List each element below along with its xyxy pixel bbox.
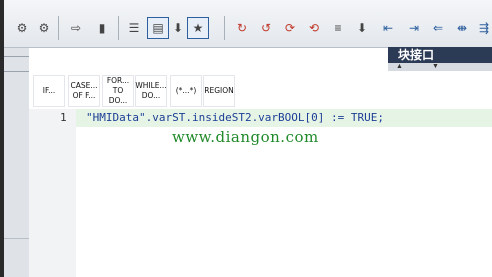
list-icon[interactable]: ☰ (124, 18, 144, 38)
download-icon[interactable]: ⬇ (352, 18, 372, 38)
insert-network-icon[interactable]: ⚙ (12, 18, 32, 38)
instruction-button[interactable]: REGION (203, 75, 235, 107)
interface-splitter[interactable]: ▲ ▼ (388, 63, 492, 71)
code-line-text[interactable]: "HMIData".varST.insideST2.varBOOL[0] := … (86, 111, 384, 124)
indent-left-icon[interactable]: ⇤ (378, 18, 398, 38)
splitter-down-icon[interactable]: ▼ (432, 63, 439, 71)
instruction-button[interactable]: WHILE... DO... (135, 75, 167, 107)
watermark-text: www.diangon.com (172, 128, 319, 146)
instruction-button[interactable]: CASE... OF F... (68, 75, 100, 107)
bookmark-clear-icon[interactable]: ↺ (256, 18, 276, 38)
editor-toolbar: ⚙ ⚙ ⇨ ▮ ☰ ▤ ⬇ ★ ↻ ↺ ⟳ ⟲ ≡ ⬇ ⇤ ⇥ ⇐ ⇼ ⇶ (4, 0, 492, 48)
bookmark-next-icon[interactable]: ⟳ (280, 18, 300, 38)
favorites-icon[interactable]: ★ (187, 17, 209, 39)
align-icon[interactable]: ⇼ (452, 18, 472, 38)
instruction-line1: FOR... (106, 76, 130, 85)
instruction-button[interactable]: (*...*) (170, 75, 202, 107)
instruction-favorites-bar: IF... CASE... OF F... FOR... TO DO... WHILE..… (29, 71, 492, 110)
outdent-icon[interactable]: ⇐ (428, 18, 448, 38)
instruction-line2: OF F... (72, 91, 96, 100)
instruction-line1: (*...*) (175, 86, 197, 95)
goto-call-icon[interactable]: ⇨ (66, 18, 86, 38)
comment-icon[interactable]: ≡ (328, 18, 348, 38)
line-number-gutter (29, 109, 76, 277)
instruction-line2: TO DO... (108, 86, 128, 105)
save-icon[interactable]: ⬇ (168, 18, 188, 38)
delete-network-icon[interactable]: ⚙ (34, 18, 54, 38)
toolbar-separator (224, 16, 225, 40)
line-number: 1 (60, 111, 67, 124)
block-interface-label: 块接口 (398, 48, 435, 62)
toolbar-separator (118, 16, 119, 40)
monitor-icon[interactable]: ▮ (92, 18, 112, 38)
instruction-line1: REGION (204, 86, 234, 95)
instruction-line1: CASE... (70, 81, 98, 90)
absolute-operands-icon[interactable]: ▤ (147, 17, 169, 39)
instruction-line1: IF... (42, 86, 56, 95)
instruction-button[interactable]: IF... (33, 75, 65, 107)
indent-right-icon[interactable]: ⇥ (404, 18, 424, 38)
bookmark-prev-icon[interactable]: ⟲ (304, 18, 324, 38)
instruction-line2: DO... (141, 91, 161, 100)
instruction-line1: WHILE... (135, 81, 167, 90)
format-icon[interactable]: ⇶ (474, 18, 492, 38)
bookmark-set-icon[interactable]: ↻ (232, 18, 252, 38)
instruction-button[interactable]: FOR... TO DO... (102, 75, 134, 107)
toolbar-separator (58, 16, 59, 40)
splitter-up-icon[interactable]: ▲ (396, 63, 403, 71)
